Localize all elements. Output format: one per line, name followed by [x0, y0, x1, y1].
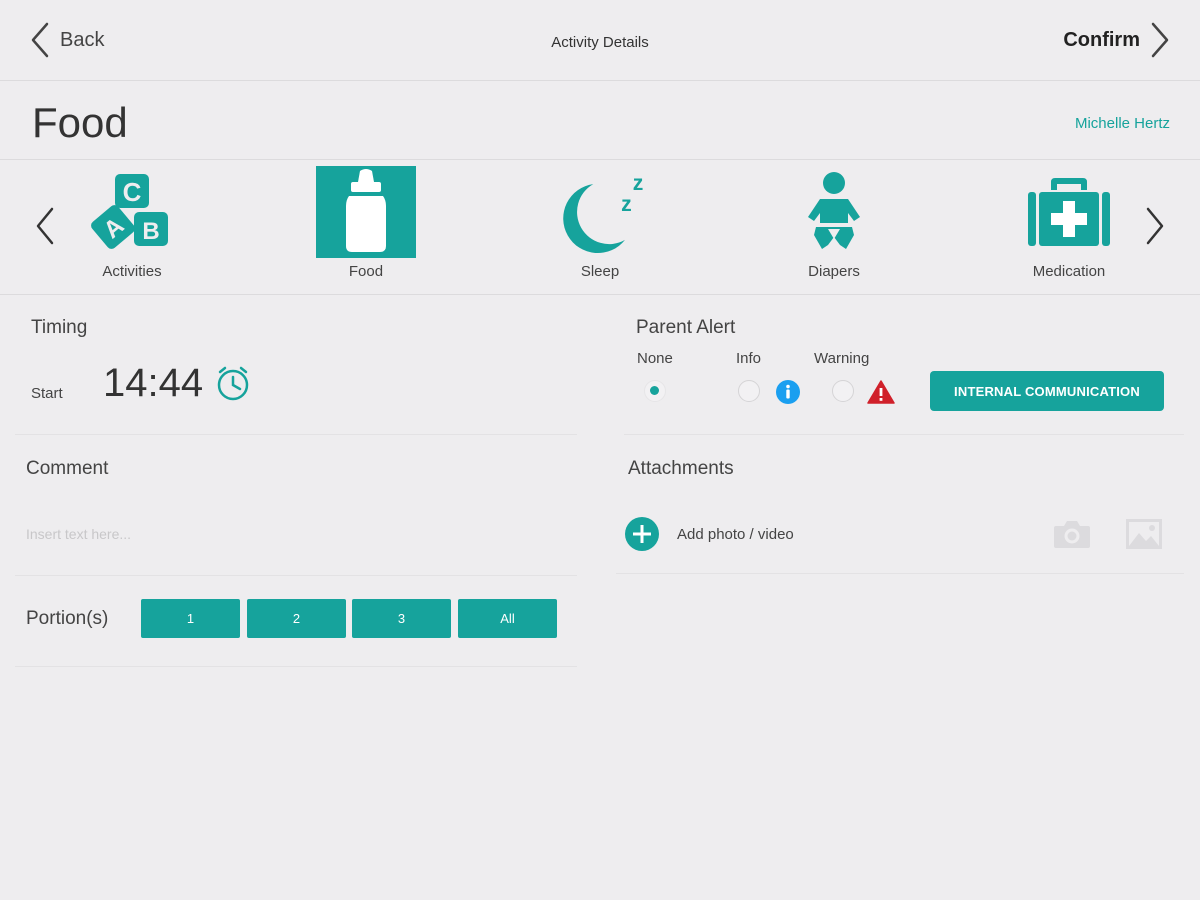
svg-text:C: C [123, 177, 142, 207]
start-time-value[interactable]: 14:44 [103, 361, 203, 406]
divider [624, 434, 1184, 435]
title-row: Food Michelle Hertz [0, 81, 1200, 160]
comment-title: Comment [26, 458, 109, 479]
alert-none-radio[interactable] [644, 380, 666, 402]
divider [15, 434, 577, 435]
portion-3-button[interactable]: 3 [352, 599, 451, 638]
confirm-button[interactable]: Confirm [1063, 22, 1170, 58]
divider [15, 666, 577, 667]
svg-text:z: z [621, 193, 632, 216]
category-activities[interactable]: C A B Activities [72, 166, 192, 286]
alert-option-warning-label: Warning [814, 350, 870, 367]
top-bar: Back Activity Details Confirm [0, 0, 1200, 81]
clock-icon[interactable] [215, 366, 251, 402]
warning-icon [867, 379, 895, 405]
parent-alert-title: Parent Alert [636, 317, 736, 338]
page-title: Food [32, 99, 128, 146]
carousel-prev-button[interactable] [30, 206, 60, 246]
category-label: Sleep [580, 263, 620, 280]
divider [616, 573, 1184, 574]
alert-info-radio[interactable] [738, 380, 760, 402]
category-label: Medication [1032, 263, 1106, 280]
svg-text:z: z [633, 172, 644, 195]
portion-all-button[interactable]: All [458, 599, 557, 638]
portion-1-button[interactable]: 1 [141, 599, 240, 638]
category-label: Food [348, 263, 384, 280]
category-label: Activities [102, 263, 162, 280]
plus-circle-icon [625, 517, 659, 551]
header-title: Activity Details [551, 34, 649, 51]
carousel-next-button[interactable] [1140, 206, 1170, 246]
abc-blocks-icon: C A B [82, 166, 182, 258]
add-photo-video-button[interactable]: Add photo / video [624, 516, 794, 552]
divider [15, 575, 577, 576]
category-label: Diapers [808, 263, 860, 280]
child-name-link[interactable]: Michelle Hertz [1075, 115, 1170, 132]
portions-title: Portion(s) [26, 608, 109, 629]
chevron-right-icon [1146, 207, 1164, 245]
baby-bottle-icon [316, 166, 416, 258]
svg-text:B: B [142, 218, 159, 245]
alert-warning-radio[interactable] [832, 380, 854, 402]
category-sleep[interactable]: z z Sleep [540, 166, 660, 286]
camera-icon[interactable] [1052, 518, 1092, 550]
medical-kit-icon [1019, 166, 1119, 258]
start-label: Start [31, 385, 63, 402]
category-medication[interactable]: Medication [1009, 166, 1129, 286]
confirm-label: Confirm [1063, 28, 1140, 51]
attachments-title: Attachments [628, 458, 734, 479]
chevron-right-icon [1151, 22, 1169, 58]
moon-sleep-icon: z z [550, 166, 650, 258]
category-carousel: C A B Activities Food z z Sleep Diapers … [0, 160, 1200, 295]
timing-title: Timing [31, 317, 88, 338]
add-photo-video-label: Add photo / video [677, 525, 794, 543]
chevron-left-icon [36, 207, 54, 245]
alert-option-info-label: Info [736, 350, 762, 367]
comment-input[interactable] [26, 522, 566, 546]
baby-diaper-icon [784, 166, 884, 258]
alert-option-none-label: None [637, 350, 673, 367]
info-icon [775, 379, 801, 405]
internal-communication-button[interactable]: INTERNAL COMMUNICATION [930, 371, 1164, 411]
image-gallery-icon[interactable] [1124, 517, 1164, 551]
portion-2-button[interactable]: 2 [247, 599, 346, 638]
category-diapers[interactable]: Diapers [774, 166, 894, 286]
category-food[interactable]: Food [306, 166, 426, 286]
